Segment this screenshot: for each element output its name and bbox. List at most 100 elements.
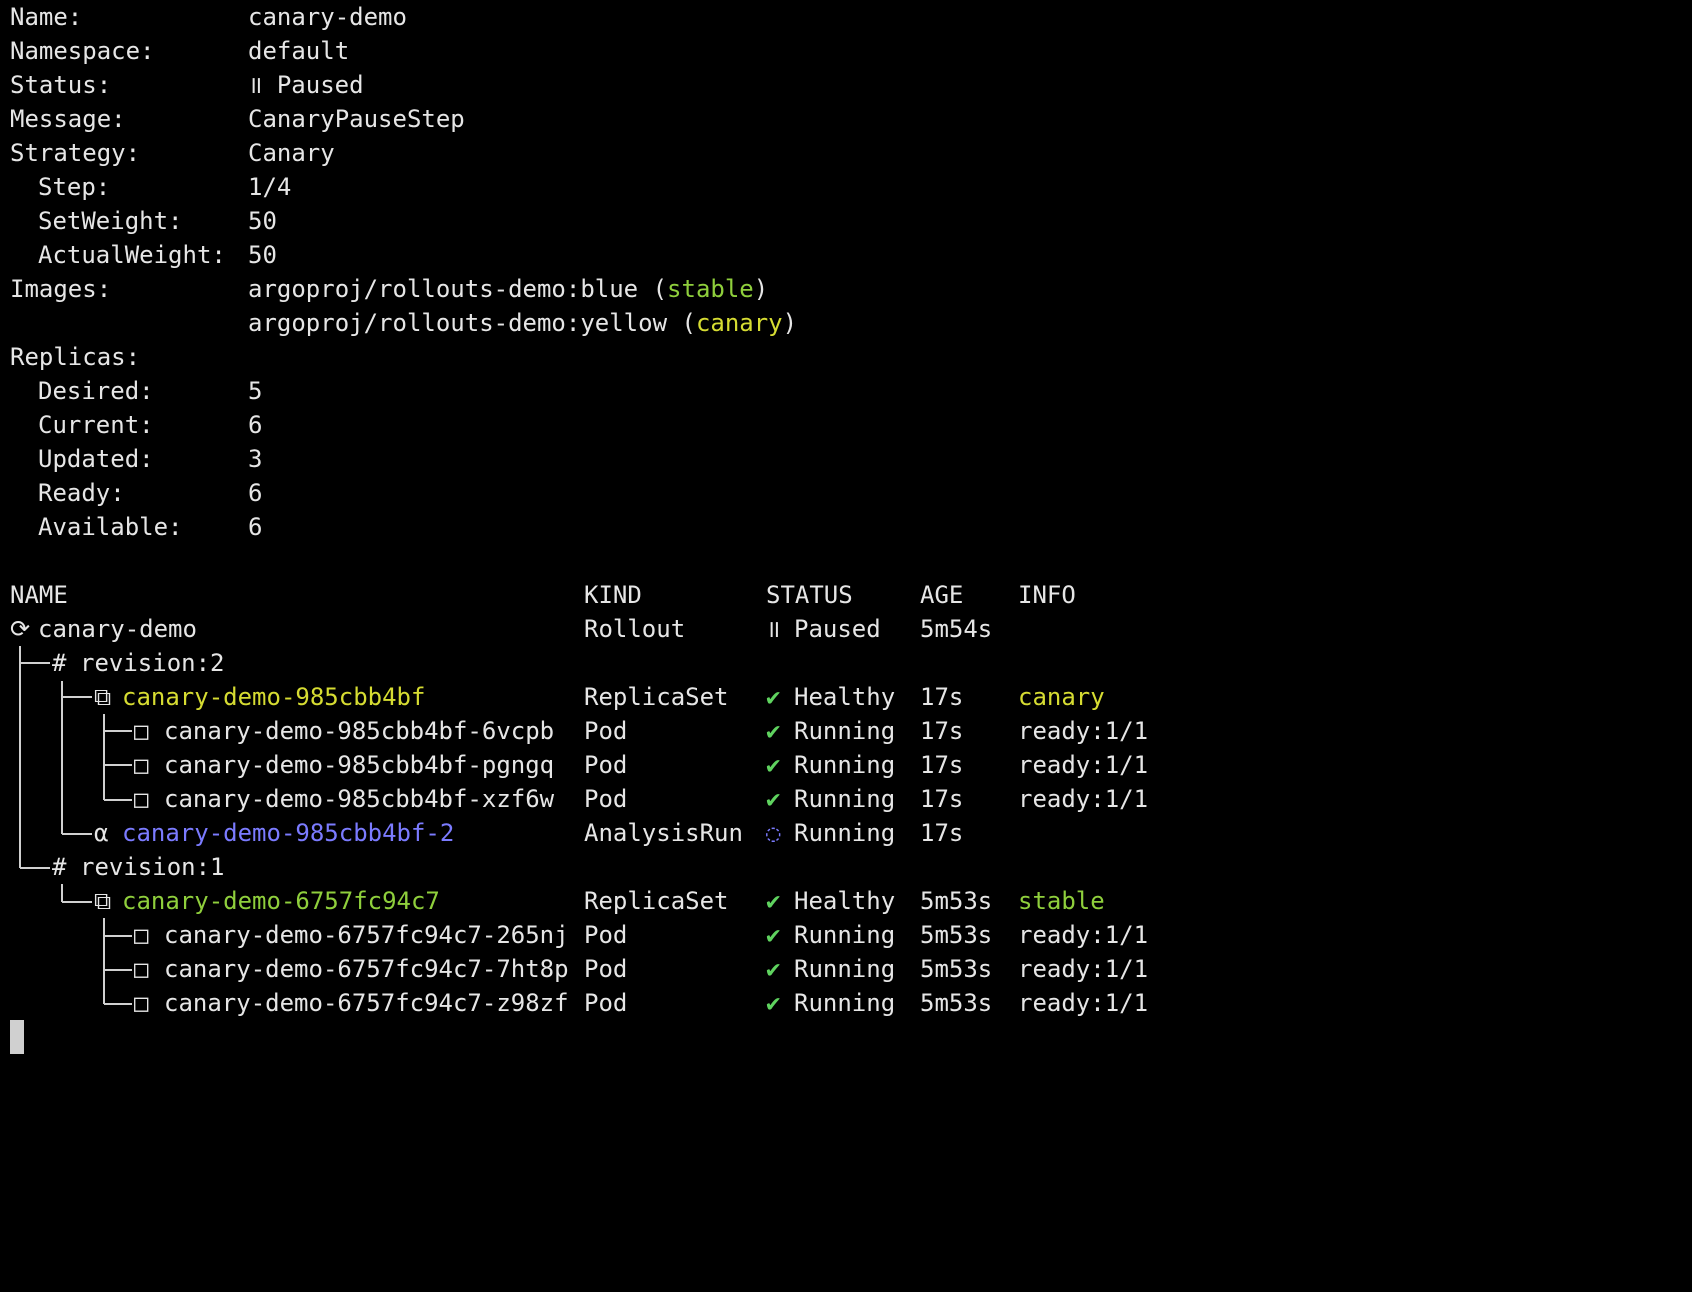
row-kind: Pod [584,751,628,779]
status-value: Paused [276,71,364,99]
image-name: argoproj/rollouts-demo:blue [248,275,639,303]
message-label: Message: [10,105,126,133]
check-icon: ✔ [766,751,781,779]
ready-value: 6 [248,479,263,507]
summary-desired-row: Desired: 5 [0,374,262,408]
step-value: 1/4 [248,173,292,201]
actualweight-label: ActualWeight: [38,241,226,269]
row-status: Running [794,785,896,813]
row-age: 17s [920,785,964,813]
pause-icon: ॥ [248,71,263,99]
table-row: □ canary-demo-6757fc94c7-7ht8p Pod ✔ Run… [0,952,1148,986]
progress-icon: ◌ [766,819,781,847]
summary-replicas-row: Replicas: [0,340,140,374]
replicaset-icon: ⧉ [94,887,112,915]
status-value-wrap: ॥ Paused [248,68,364,102]
summary-strategy-row: Strategy: Canary [0,136,335,170]
available-label: Available: [38,513,183,541]
summary-updated-row: Updated: 3 [0,442,262,476]
check-icon: ✔ [766,989,781,1017]
row-name: revision:1 [80,853,225,881]
table-row: □ canary-demo-6757fc94c7-z98zf Pod ✔ Run… [0,986,1148,1020]
check-icon: ✔ [766,921,781,949]
row-kind: Pod [584,955,628,983]
current-value: 6 [248,411,263,439]
row-name: revision:2 [80,649,225,677]
analysis-icon: α [94,819,109,847]
row-name: canary-demo-985cbb4bf-pgngq [164,751,555,779]
images-label: Images: [10,275,112,303]
row-kind: Pod [584,717,628,745]
row-status: Healthy [794,887,896,915]
hash-icon: # [52,853,67,881]
row-age: 17s [920,819,964,847]
check-icon: ✔ [766,683,781,711]
row-kind: Rollout [584,615,686,643]
row-info: stable [1018,887,1105,915]
row-status: Running [794,955,896,983]
table-row: □ canary-demo-985cbb4bf-xzf6w Pod ✔ Runn… [0,782,1148,816]
table-row: α canary-demo-985cbb4bf-2 AnalysisRun ◌ … [0,816,963,850]
row-name: canary-demo-6757fc94c7-z98zf [164,989,569,1017]
step-label: Step: [38,173,111,201]
image-name: argoproj/rollouts-demo:yellow [248,309,668,337]
table-row: ⟳ canary-demo Rollout ॥ Paused 5m54s [0,612,992,646]
row-kind: ReplicaSet [584,683,729,711]
row-kind: Pod [584,785,628,813]
summary-name-row: Name: canary-demo [0,0,407,34]
pod-icon: □ [134,717,149,745]
row-info: canary [1018,683,1105,711]
table-row: □ canary-demo-985cbb4bf-6vcpb Pod ✔ Runn… [0,714,1148,748]
row-status: Running [794,717,896,745]
row-status: Healthy [794,683,896,711]
row-age: 5m53s [920,955,993,983]
terminal-window[interactable]: Name: canary-demo Namespace: default Sta… [0,0,1692,1102]
setweight-value: 50 [248,207,277,235]
row-status: Running [794,751,896,779]
terminal-cursor [10,1020,24,1054]
table-row: # revision:1 [0,850,225,884]
row-name: canary-demo-985cbb4bf-2 [122,819,455,847]
summary-images-row-2: argoproj/rollouts-demo:yellow (canary) [0,306,797,340]
paren-open: ( [638,275,668,303]
table-row: # revision:2 [0,646,225,680]
pod-icon: □ [134,921,149,949]
name-value: canary-demo [248,3,407,31]
row-info: ready:1/1 [1018,921,1149,949]
check-icon: ✔ [766,785,781,813]
image-entry: argoproj/rollouts-demo:yellow (canary) [248,306,797,340]
row-status: Running [794,989,896,1017]
available-value: 6 [248,513,263,541]
hash-icon: # [52,649,67,677]
row-name: canary-demo-985cbb4bf-6vcpb [164,717,555,745]
summary-status-row: Status: ॥ Paused [0,68,364,102]
updated-label: Updated: [38,445,154,473]
summary-namespace-row: Namespace: default [0,34,349,68]
row-kind: AnalysisRun [584,819,743,847]
summary-setweight-row: SetWeight: 50 [0,204,277,238]
namespace-label: Namespace: [10,37,155,65]
table-row: □ canary-demo-985cbb4bf-pgngq Pod ✔ Runn… [0,748,1148,782]
summary-actualweight-row: ActualWeight: 50 [0,238,277,272]
row-name: canary-demo-6757fc94c7-265nj [164,921,569,949]
namespace-value: default [248,37,350,65]
paren-close: ) [782,309,798,337]
row-name: canary-demo-985cbb4bf-xzf6w [164,785,555,813]
pod-icon: □ [134,989,149,1017]
summary-current-row: Current: 6 [0,408,262,442]
row-age: 5m53s [920,887,993,915]
setweight-label: SetWeight: [38,207,183,235]
header-info: INFO [1018,581,1076,609]
row-age: 17s [920,683,964,711]
desired-value: 5 [248,377,263,405]
row-info: ready:1/1 [1018,785,1149,813]
row-name: canary-demo [38,615,197,643]
message-value: CanaryPauseStep [248,105,465,133]
summary-images-row: Images: argoproj/rollouts-demo:blue (sta… [0,272,768,306]
strategy-label: Strategy: [10,139,141,167]
check-icon: ✔ [766,955,781,983]
name-label: Name: [10,3,83,31]
row-info: ready:1/1 [1018,751,1149,779]
row-kind: ReplicaSet [584,887,729,915]
paren-close: ) [753,275,769,303]
